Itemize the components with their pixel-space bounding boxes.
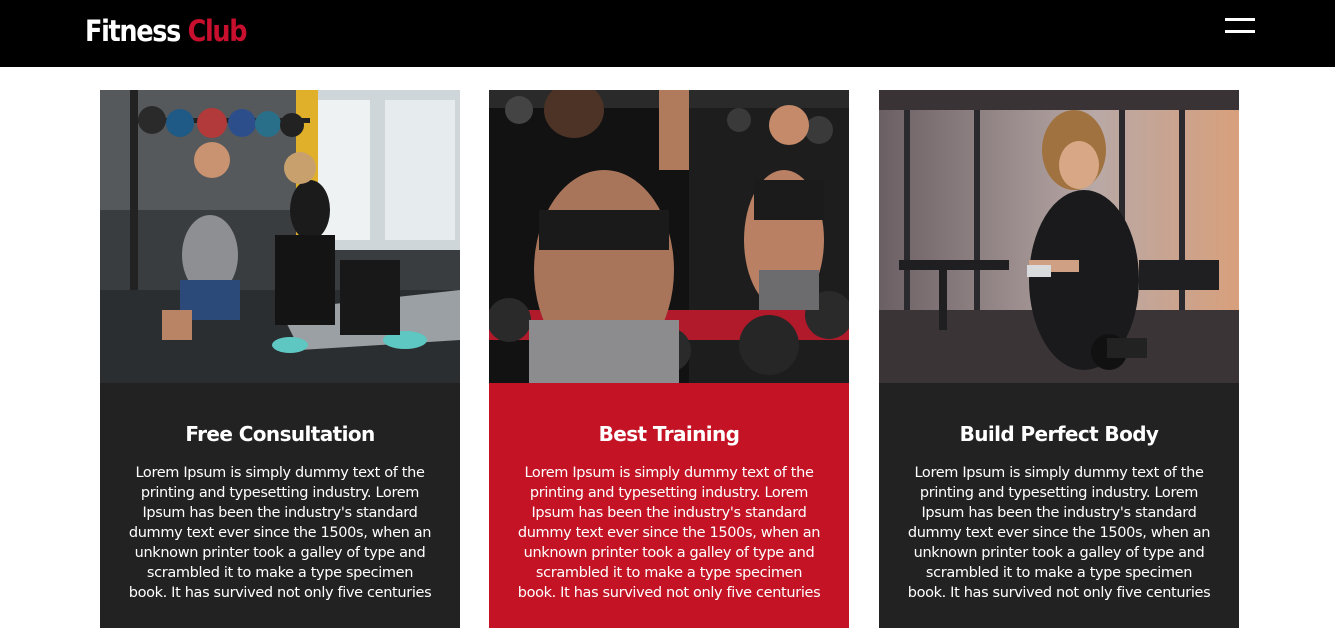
body-panel: Build Perfect Body Lorem Ipsum is simply… [879,383,1239,628]
logo-word-club: Club [187,14,248,48]
trainer-stretching-client-image [100,90,460,383]
site-header: Fitness Club [0,0,1335,67]
body-photo [879,90,1239,383]
card-description: Lorem Ipsum is simply dummy text of the … [907,465,1211,601]
menu-bar-bottom [1225,30,1255,33]
hamburger-menu-icon[interactable] [1222,16,1258,38]
card-description: Lorem Ipsum is simply dummy text of the … [517,465,821,601]
card-title: Free Consultation [185,422,375,446]
woman-lifting-weights-mirror-image [489,90,849,383]
menu-bar-top [1225,18,1255,21]
service-card-body: Build Perfect Body Lorem Ipsum is simply… [879,90,1239,628]
card-title: Build Perfect Body [959,422,1159,446]
logo-word-fitness: Fitness [85,14,181,48]
consultation-photo [100,90,460,383]
card-title: Best Training [598,422,740,446]
consultation-panel: Free Consultation Lorem Ipsum is simply … [100,383,460,628]
card-description: Lorem Ipsum is simply dummy text of the … [128,465,432,601]
service-card-training: Best Training Lorem Ipsum is simply dumm… [489,90,849,628]
site-logo[interactable]: Fitness Club [85,12,248,50]
training-photo [489,90,849,383]
service-card-consultation: Free Consultation Lorem Ipsum is simply … [100,90,460,628]
training-panel: Best Training Lorem Ipsum is simply dumm… [489,383,849,628]
woman-with-dumbbell-and-phone-image [879,90,1239,383]
